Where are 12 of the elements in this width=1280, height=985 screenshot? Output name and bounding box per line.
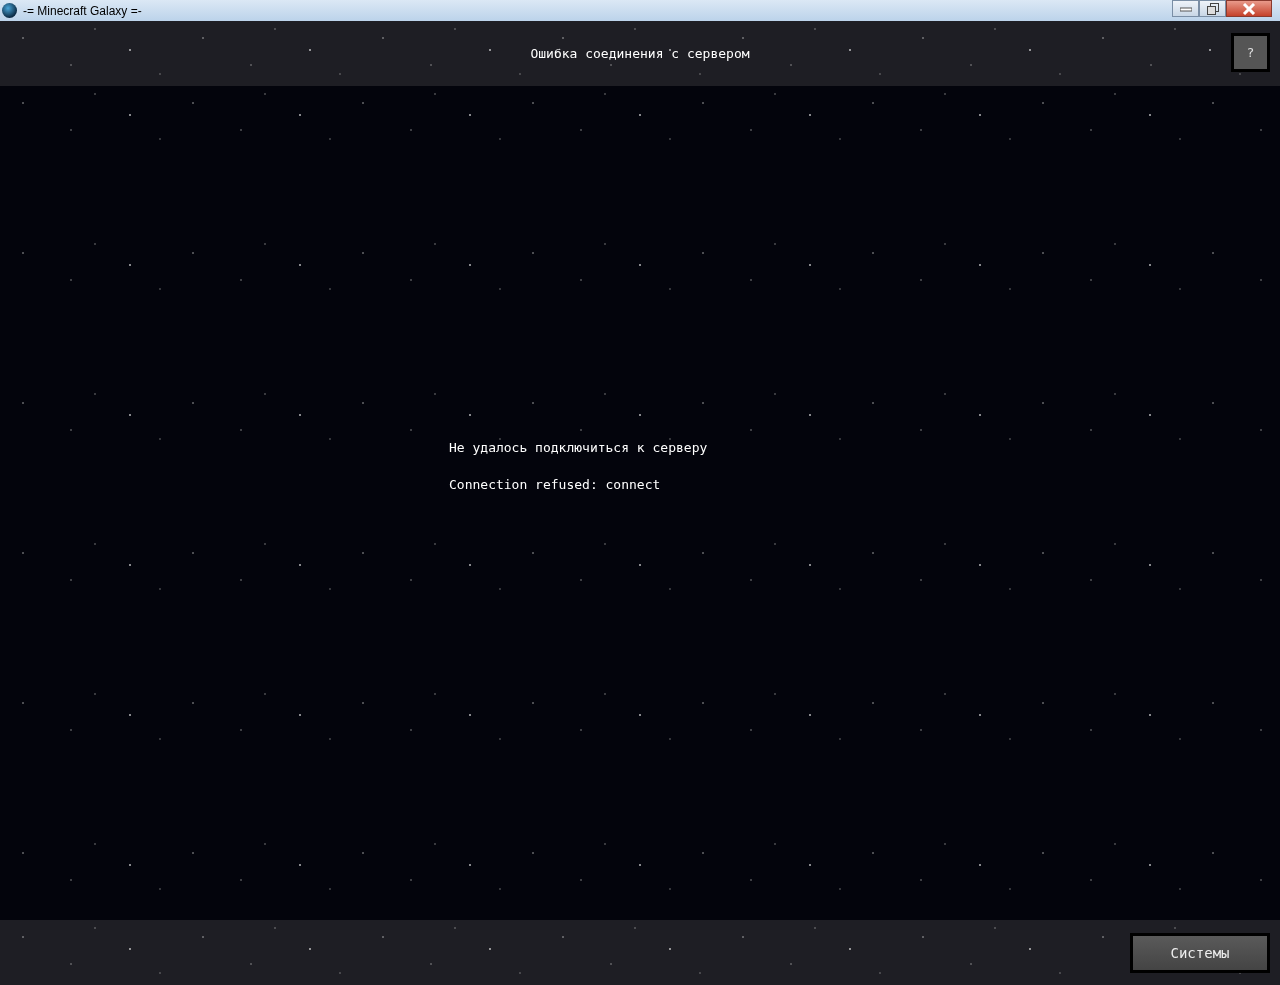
minimize-icon xyxy=(1179,5,1192,12)
error-message: Не удалось подключиться к серверу xyxy=(449,439,708,455)
window-title: -= Minecraft Galaxy =- xyxy=(23,3,142,18)
close-icon xyxy=(1242,2,1256,15)
help-button[interactable]: ? xyxy=(1231,33,1270,72)
error-message: Connection refused: connect xyxy=(449,476,662,492)
screen-title: Ошибка соединения с сервером xyxy=(530,46,750,61)
close-button[interactable] xyxy=(1226,0,1272,17)
globe-icon xyxy=(2,3,17,18)
restore-button[interactable] xyxy=(1199,0,1226,17)
restore-icon xyxy=(1206,2,1219,15)
systems-button[interactable]: Системы xyxy=(1130,932,1270,973)
